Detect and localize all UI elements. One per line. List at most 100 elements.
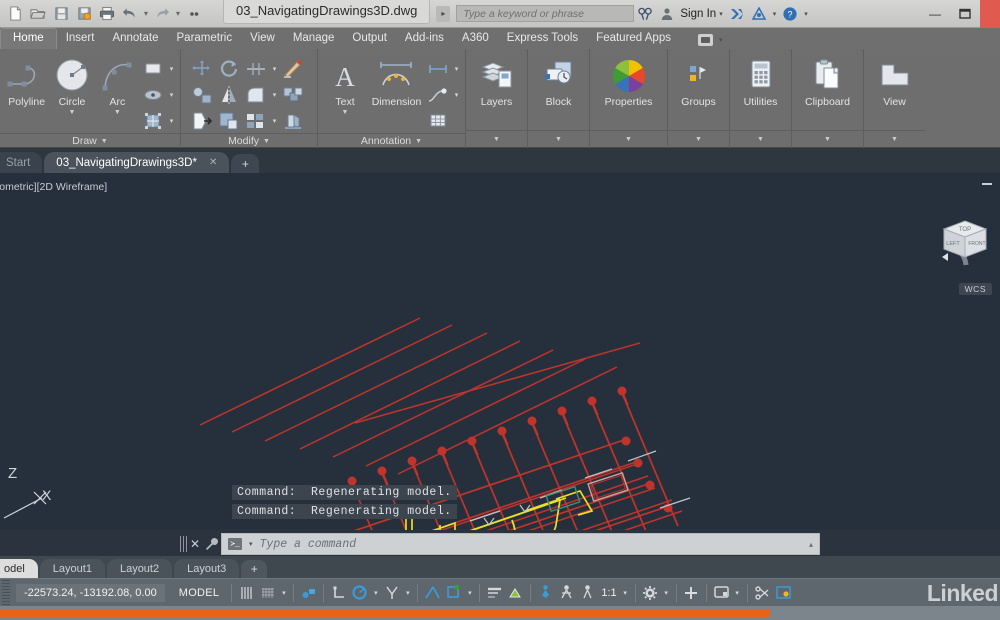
panel-annotation-caret-icon[interactable]: ▼ (415, 138, 422, 145)
annotation-scale-label[interactable]: 1:1 (598, 587, 619, 599)
hatch-icon[interactable] (140, 109, 166, 133)
maximize-button[interactable] (950, 0, 980, 28)
file-tab-drawing[interactable]: 03_NavigatingDrawings3D* ✕ (44, 152, 229, 173)
tab-annotate[interactable]: Annotate (103, 29, 167, 49)
panel-annotation-title[interactable]: Annotation ▼ (318, 133, 465, 148)
panel-properties-caret-icon[interactable]: ▼ (625, 136, 632, 143)
lineweight-icon[interactable] (484, 582, 505, 603)
layout-tab-model[interactable]: odel (0, 559, 38, 578)
panel-clipboard-caret-icon[interactable]: ▼ (824, 136, 831, 143)
panel-layers-caret-icon[interactable]: ▼ (493, 136, 500, 143)
selection-cycling-icon[interactable] (535, 582, 556, 603)
model-space-button[interactable]: MODEL (171, 584, 228, 602)
leader-icon[interactable] (425, 83, 451, 107)
save-as-icon[interactable] (73, 3, 95, 25)
new-tab-button[interactable]: + (231, 154, 259, 173)
hardware-caret-icon[interactable]: ▾ (732, 589, 743, 597)
status-bar-grip[interactable] (2, 580, 10, 606)
layout-tab-layout1[interactable]: Layout1 (40, 559, 105, 578)
search-icon[interactable] (634, 4, 656, 24)
panel-utilities-caret-icon[interactable]: ▼ (757, 136, 764, 143)
ribbon-caret-icon[interactable]: ▾ (719, 36, 723, 44)
utilities-button[interactable]: Utilities (734, 53, 787, 108)
object-snap-icon[interactable] (422, 582, 443, 603)
annotation-scale-caret-icon[interactable]: ▾ (620, 589, 631, 597)
leader-caret-icon[interactable]: ▾ (452, 91, 461, 99)
layout-tab-layout3[interactable]: Layout3 (174, 559, 239, 578)
ribbon-display-options[interactable]: ▾ (698, 34, 726, 49)
panel-groups-caret-icon[interactable]: ▼ (695, 136, 702, 143)
command-bar-grip[interactable] (180, 536, 187, 552)
ellipse-icon[interactable] (140, 83, 166, 107)
3d-object-snap-icon[interactable] (443, 582, 464, 603)
tab-insert[interactable]: Insert (57, 29, 104, 49)
layout-tab-layout2[interactable]: Layout2 (107, 559, 172, 578)
hardware-acceleration-icon[interactable] (711, 582, 732, 603)
panel-modify-title[interactable]: Modify ▼ (181, 133, 317, 148)
command-settings-icon[interactable] (203, 537, 221, 551)
tab-featured-apps[interactable]: Featured Apps (587, 29, 680, 49)
block-button[interactable]: Block (532, 53, 585, 108)
panel-draw-caret-icon[interactable]: ▼ (101, 138, 108, 145)
ortho-mode-icon[interactable] (328, 582, 349, 603)
file-tab-start[interactable]: Start (0, 152, 42, 173)
copy-icon[interactable] (189, 83, 215, 107)
clipboard-button[interactable]: Clipboard (796, 53, 859, 108)
grid-display-icon[interactable] (236, 582, 257, 603)
tab-output[interactable]: Output (343, 29, 396, 49)
plot-icon[interactable] (96, 3, 118, 25)
rectangle-caret-icon[interactable]: ▾ (167, 65, 176, 73)
command-input[interactable]: ≻_ ▾ Type a command ▴ (221, 533, 820, 555)
ribbon-panel-icon[interactable] (698, 34, 713, 46)
rectangle-icon[interactable] (140, 57, 166, 81)
array-icon[interactable] (243, 109, 269, 133)
redo-caret-icon[interactable]: ▾ (174, 9, 182, 18)
array-caret-icon[interactable]: ▾ (270, 117, 279, 125)
polar-caret-icon[interactable]: ▾ (370, 589, 381, 597)
tab-a360[interactable]: A360 (453, 29, 498, 49)
arc-dropdown-icon[interactable]: ▼ (114, 110, 121, 116)
tab-add-ins[interactable]: Add-ins (396, 29, 453, 49)
circle-button[interactable]: Circle ▼ (49, 53, 94, 116)
infer-constraints-icon[interactable] (298, 582, 319, 603)
stretch-icon[interactable] (189, 109, 215, 133)
search-input[interactable]: Type a keyword or phrase (456, 5, 634, 22)
linear-dimension-icon[interactable] (425, 57, 451, 81)
extrude-icon[interactable] (280, 109, 306, 133)
workspace-gear-icon[interactable] (640, 582, 661, 603)
autoscale-icon[interactable] (577, 582, 598, 603)
panel-modify-caret-icon[interactable]: ▼ (263, 138, 270, 145)
account-icon[interactable] (656, 4, 678, 24)
dimension-button[interactable]: Dimension (368, 53, 425, 108)
layers-button[interactable]: Layers (470, 53, 523, 108)
erase-icon[interactable] (280, 57, 306, 81)
layout-tab-strip[interactable]: odel Layout1 Layout2 Layout3 + (0, 556, 1000, 578)
video-progress-bar[interactable] (0, 606, 1000, 620)
tab-view[interactable]: View (241, 29, 284, 49)
hatch-caret-icon[interactable]: ▾ (167, 117, 176, 125)
tab-express-tools[interactable]: Express Tools (498, 29, 587, 49)
tab-manage[interactable]: Manage (284, 29, 344, 49)
annotation-visibility-icon[interactable] (556, 582, 577, 603)
undo-caret-icon[interactable]: ▾ (142, 9, 150, 18)
save-icon[interactable] (50, 3, 72, 25)
command-options-caret-icon[interactable]: ▾ (249, 540, 253, 548)
workspace-caret-icon[interactable]: ▾ (661, 589, 672, 597)
autodesk-360-caret-icon[interactable]: ▾ (773, 10, 777, 18)
command-expand-icon[interactable]: ▴ (809, 540, 813, 549)
clean-screen-icon[interactable] (773, 582, 794, 603)
3d-osnap-caret-icon[interactable]: ▾ (464, 589, 475, 597)
ribbon-tab-strip[interactable]: Home Insert Annotate Parametric View Man… (0, 28, 1000, 49)
panel-properties-title[interactable]: ▼ (590, 130, 667, 148)
panel-layers-title[interactable]: ▼ (466, 130, 527, 148)
fillet-icon[interactable] (243, 83, 269, 107)
title-dropdown-icon[interactable]: ▸ (436, 6, 450, 22)
sign-in-caret-icon[interactable]: ▾ (719, 10, 723, 18)
transparency-icon[interactable] (505, 582, 526, 603)
arc-button[interactable]: Arc ▼ (95, 53, 140, 116)
viewcube[interactable]: TOP LEFT FRONT (936, 211, 994, 283)
more-icon[interactable] (183, 3, 205, 25)
mirror-icon[interactable] (216, 83, 242, 107)
snap-mode-icon[interactable] (257, 582, 278, 603)
sign-in-label[interactable]: Sign In (680, 8, 716, 20)
